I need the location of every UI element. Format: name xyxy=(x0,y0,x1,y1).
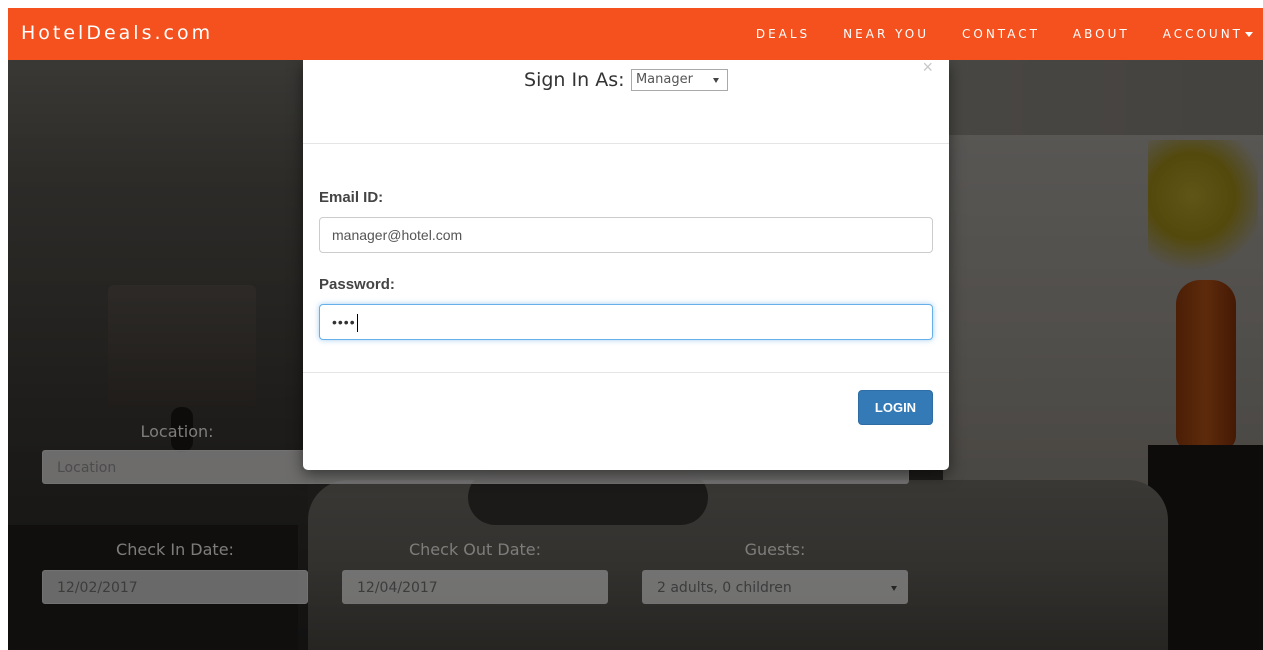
modal-body: Email ID: manager@hotel.com Password: ••… xyxy=(303,145,949,373)
email-field[interactable]: manager@hotel.com xyxy=(319,217,933,253)
account-label: ACCOUNT xyxy=(1162,27,1243,41)
top-navbar: HotelDeals.com DEALS NEAR YOU CONTACT AB… xyxy=(8,8,1263,60)
sign-in-row: Sign In As: Manager xyxy=(303,69,949,91)
nav-link-contact[interactable]: CONTACT xyxy=(962,27,1040,41)
role-select-value: Manager xyxy=(635,72,693,87)
brand-logo[interactable]: HotelDeals.com xyxy=(21,20,213,46)
nav-link-near-you[interactable]: NEAR YOU xyxy=(843,27,929,41)
text-cursor xyxy=(356,314,358,333)
password-field[interactable]: •••• xyxy=(319,304,933,340)
chevron-down-icon xyxy=(712,78,719,83)
nav-link-about[interactable]: ABOUT xyxy=(1073,27,1130,41)
email-label: Email ID: xyxy=(319,189,384,206)
sign-in-as-label: Sign In As: xyxy=(524,69,625,91)
nav-links: DEALS NEAR YOU CONTACT ABOUT ACCOUNT xyxy=(723,8,1253,60)
modal-header: × Sign In As: Manager xyxy=(303,58,949,144)
password-label: Password: xyxy=(319,276,395,293)
password-masked-value: •••• xyxy=(332,314,356,330)
caret-down-icon xyxy=(1245,32,1253,37)
nav-link-account[interactable]: ACCOUNT xyxy=(1163,27,1253,41)
role-select[interactable]: Manager xyxy=(630,69,728,91)
nav-link-deals[interactable]: DEALS xyxy=(756,27,810,41)
login-button[interactable]: LOGIN xyxy=(858,390,933,425)
login-modal: × Sign In As: Manager Email ID: manager@… xyxy=(303,58,949,470)
